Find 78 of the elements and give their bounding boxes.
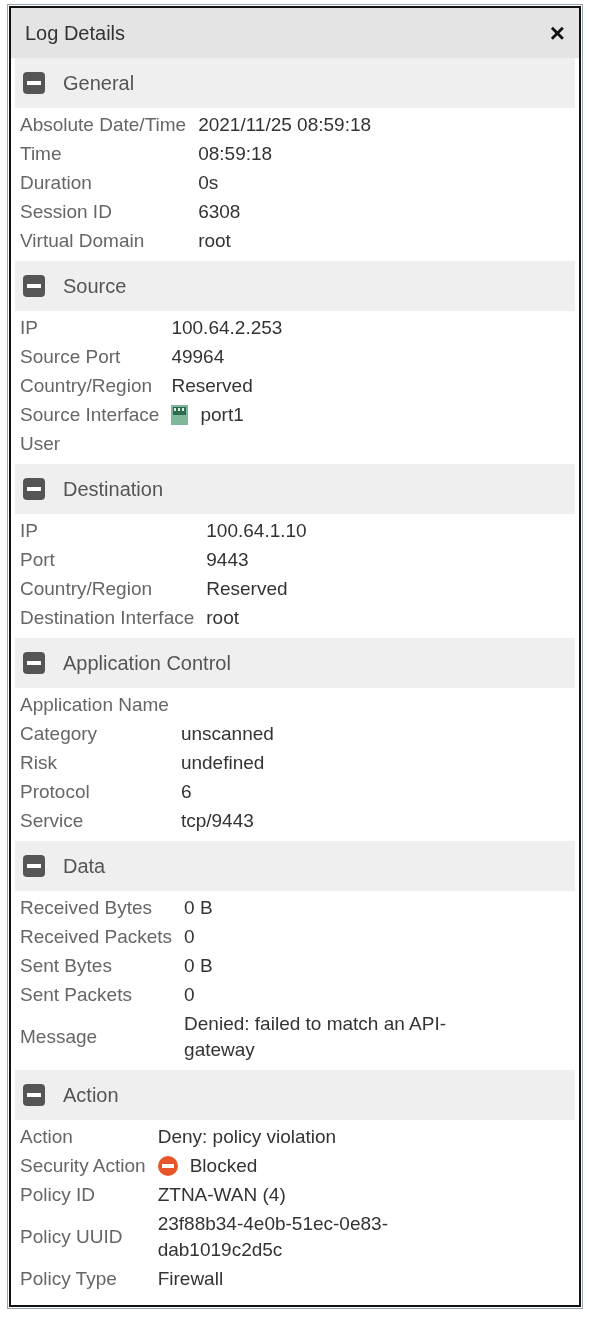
field-label: Source Interface: [20, 402, 160, 427]
field-value: root: [206, 605, 239, 630]
section-header[interactable]: Action: [15, 1070, 575, 1120]
collapse-icon[interactable]: [23, 72, 45, 94]
section-title: Action: [63, 1083, 119, 1107]
field-label: Absolute Date/Time: [20, 112, 187, 137]
section-title: Source: [63, 274, 127, 298]
section-title: Data: [63, 854, 106, 878]
field-value: undefined: [180, 750, 265, 775]
close-button[interactable]: ×: [545, 17, 569, 49]
field-label: IP: [20, 315, 39, 340]
field-label: Policy Type: [20, 1266, 118, 1291]
collapse-icon[interactable]: [23, 478, 45, 500]
field-label: Port: [20, 547, 56, 572]
field-label: Application Name: [20, 692, 169, 717]
field-value: Denied: failed to match an API-gateway: [184, 1011, 447, 1062]
field-label: Service: [20, 808, 85, 833]
field-label: Sent Packets: [20, 982, 133, 1007]
field-value: unscanned: [180, 721, 274, 746]
field-value: 0 B: [184, 895, 213, 920]
section-header[interactable]: Source: [15, 261, 575, 311]
field-label: Received Bytes: [20, 895, 153, 920]
collapse-icon[interactable]: [23, 1084, 45, 1106]
field-value: 23f88b34-4e0b-51ec-0e83-dab1019c2d5c: [157, 1211, 389, 1262]
field-label: Time: [20, 141, 63, 166]
field-value: 08:59:18: [198, 141, 273, 166]
field-value: 6308: [198, 199, 241, 224]
field-label: Protocol: [20, 779, 91, 804]
field-value: ZTNA-WAN (4): [157, 1182, 286, 1207]
section-header[interactable]: Destination: [15, 464, 575, 514]
field-value: Firewall: [157, 1266, 224, 1291]
field-label: Security Action: [20, 1153, 146, 1178]
field-value: Deny: policy violation: [157, 1124, 337, 1149]
field-label: User: [20, 431, 62, 456]
field-label: Session ID: [20, 199, 113, 224]
field-value: 2021/11/25 08:59:18: [198, 112, 372, 137]
collapse-icon[interactable]: [23, 855, 45, 877]
field-value: 0s: [198, 170, 219, 195]
field-label: Risk: [20, 750, 58, 775]
collapse-icon[interactable]: [23, 275, 45, 297]
field-label: Received Packets: [20, 924, 173, 949]
field-value: port1: [200, 402, 244, 427]
section-header[interactable]: Application Control: [15, 638, 575, 688]
blocked-icon: [157, 1155, 178, 1176]
field-value: 100.64.1.10: [206, 518, 307, 543]
field-value: 9443: [206, 547, 249, 572]
field-value: Reserved: [171, 373, 253, 398]
section-title: Application Control: [63, 651, 231, 675]
field-value: 49964: [171, 344, 225, 369]
field-label: Sent Bytes: [20, 953, 113, 978]
field-label: Action: [20, 1124, 74, 1149]
field-label: Country/Region: [20, 373, 154, 398]
field-value: Reserved: [206, 576, 288, 601]
field-label: Destination Interface: [20, 605, 195, 630]
field-label: Duration: [20, 170, 93, 195]
field-value: 0: [184, 924, 195, 949]
collapse-icon[interactable]: [23, 652, 45, 674]
field-value: 0: [184, 982, 195, 1007]
field-label: Virtual Domain: [20, 228, 146, 253]
field-value: 6: [180, 779, 192, 804]
field-value: 0 B: [184, 953, 213, 978]
field-value: 100.64.2.253: [171, 315, 283, 340]
section-title: Destination: [63, 477, 164, 501]
field-label: Policy UUID: [20, 1224, 124, 1249]
section-title: General: [63, 71, 135, 95]
field-label: Source Port: [20, 344, 122, 369]
window-title: Log Details: [25, 21, 126, 45]
field-label: Message: [20, 1024, 99, 1049]
network-port-icon: [171, 404, 189, 425]
field-label: IP: [20, 518, 39, 543]
field-value: root: [198, 228, 231, 253]
field-value: Blocked: [189, 1153, 258, 1178]
section-header[interactable]: Data: [15, 841, 575, 891]
section-header[interactable]: General: [15, 58, 575, 108]
field-label: Policy ID: [20, 1182, 96, 1207]
field-value: tcp/9443: [180, 808, 254, 833]
field-label: Country/Region: [20, 576, 154, 601]
field-label: Category: [20, 721, 99, 746]
